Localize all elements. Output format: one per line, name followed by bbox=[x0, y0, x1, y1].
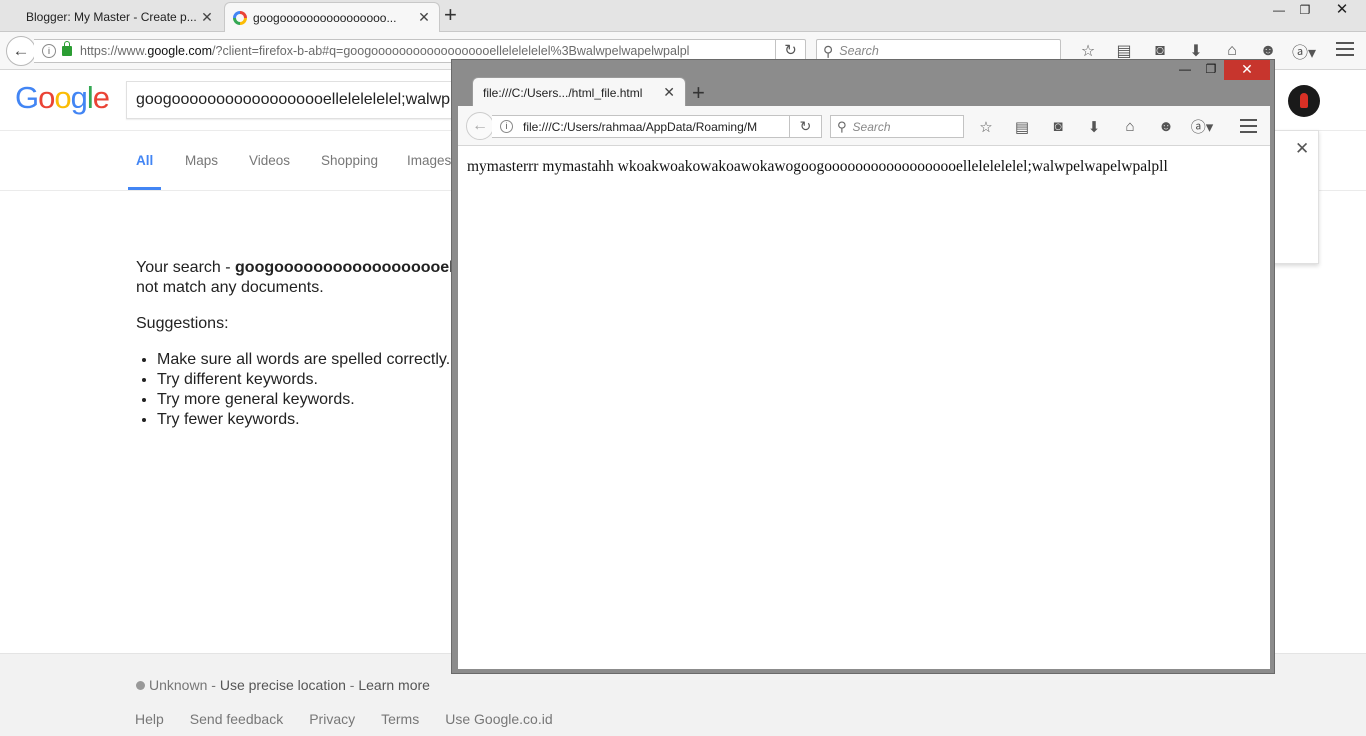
home-icon[interactable]: ⌂ bbox=[1112, 118, 1148, 135]
reading-list-icon[interactable]: ▤ bbox=[1004, 118, 1040, 136]
address-bar[interactable]: i file:///C:/Users/rahmaa/AppData/Roamin… bbox=[492, 115, 822, 138]
use-google-co-id-link[interactable]: Use Google.co.id bbox=[445, 711, 552, 727]
home-icon[interactable]: ⌂ bbox=[1214, 42, 1250, 60]
tab-strip: Blogger: My Master - Create p... ✕ googo… bbox=[0, 0, 1366, 32]
download-icon[interactable]: ⬇ bbox=[1076, 118, 1112, 136]
notification-popup: ✕ bbox=[1272, 130, 1319, 264]
footer-links: Help Send feedback Privacy Terms Use Goo… bbox=[135, 711, 553, 727]
window-close-icon[interactable]: ✕ bbox=[1224, 60, 1270, 80]
emoji-icon[interactable]: ☻ bbox=[1250, 42, 1286, 60]
search-icon: ⚲ bbox=[823, 42, 834, 59]
send-feedback-link[interactable]: Send feedback bbox=[190, 711, 283, 727]
google-favicon-icon bbox=[233, 10, 247, 25]
suggestions-list: Make sure all words are spelled correctl… bbox=[157, 350, 467, 430]
lock-icon bbox=[62, 41, 72, 56]
list-item: Try different keywords. bbox=[157, 370, 467, 390]
emoji-icon[interactable]: ☻ bbox=[1148, 118, 1184, 135]
search-icon: ⚲ bbox=[837, 118, 847, 134]
hamburger-menu-icon[interactable] bbox=[1336, 42, 1354, 60]
active-tab-indicator bbox=[128, 187, 161, 190]
tab-shopping[interactable]: Shopping bbox=[321, 153, 378, 168]
search-summary: Your search - googoooooooooooooooooelle n… bbox=[136, 259, 467, 296]
google-search-input[interactable]: googoooooooooooooooooellelelelelel;walwp bbox=[126, 81, 466, 119]
tab-maps[interactable]: Maps bbox=[185, 153, 218, 168]
info-icon[interactable]: i bbox=[500, 120, 513, 133]
popup-viewport: ← i file:///C:/Users/rahmaa/AppData/Roam… bbox=[458, 106, 1270, 669]
reload-icon[interactable]: ↻ bbox=[789, 116, 821, 137]
url-text[interactable]: https://www.google.com/?client=firefox-b… bbox=[80, 44, 760, 58]
minimize-icon[interactable]: — bbox=[1266, 0, 1292, 22]
search-placeholder: Search bbox=[852, 119, 891, 134]
reading-list-icon[interactable]: ▤ bbox=[1106, 41, 1142, 61]
pocket-icon[interactable]: ◙ bbox=[1142, 42, 1178, 60]
privacy-link[interactable]: Privacy bbox=[309, 711, 355, 727]
star-icon[interactable]: ☆ bbox=[1070, 41, 1106, 61]
new-tab-icon[interactable]: + bbox=[692, 80, 705, 106]
close-icon[interactable]: ✕ bbox=[1295, 139, 1309, 159]
info-icon[interactable]: i bbox=[42, 44, 56, 58]
tab-label: file:///C:/Users.../html_file.html bbox=[483, 85, 643, 100]
navigation-toolbar: ← i file:///C:/Users/rahmaa/AppData/Roam… bbox=[458, 106, 1270, 146]
download-icon[interactable]: ⬇ bbox=[1178, 41, 1214, 61]
maximize-icon[interactable]: ❐ bbox=[1292, 0, 1318, 22]
close-tab-icon[interactable]: ✕ bbox=[663, 84, 675, 101]
google-logo[interactable]: Google bbox=[15, 80, 110, 116]
url-text[interactable]: file:///C:/Users/rahmaa/AppData/Roaming/… bbox=[523, 120, 759, 134]
pocket-icon[interactable]: ◙ bbox=[1040, 118, 1076, 135]
tab-html-file[interactable]: file:///C:/Users.../html_file.html ✕ bbox=[472, 77, 686, 107]
tab-videos[interactable]: Videos bbox=[249, 153, 290, 168]
location-dot-icon bbox=[136, 681, 145, 690]
window-close-icon[interactable]: ✕ bbox=[1318, 0, 1366, 22]
tab-all[interactable]: All bbox=[136, 153, 153, 168]
close-tab-icon[interactable]: ✕ bbox=[417, 9, 431, 26]
list-item: Try fewer keywords. bbox=[157, 410, 467, 430]
page-content-text: mymasterrr mymastahh wkoakwoakowakoawoka… bbox=[467, 158, 1168, 175]
tab-label: Blogger: My Master - Create p... bbox=[26, 10, 197, 24]
avatar[interactable] bbox=[1288, 85, 1320, 117]
new-tab-icon[interactable]: + bbox=[444, 4, 457, 26]
tab-google[interactable]: googoooooooooooooooo... ✕ bbox=[224, 2, 440, 32]
learn-more-link[interactable]: Learn more bbox=[358, 677, 430, 693]
close-tab-icon[interactable]: ✕ bbox=[200, 9, 214, 26]
terms-link[interactable]: Terms bbox=[381, 711, 419, 727]
help-link[interactable]: Help bbox=[135, 711, 164, 727]
star-icon[interactable]: ☆ bbox=[968, 118, 1004, 136]
hamburger-menu-icon[interactable] bbox=[1240, 119, 1257, 137]
back-arrow-icon[interactable]: ← bbox=[466, 112, 494, 140]
toolbar-icons: ☆ ▤ ◙ ⬇ ⌂ ☻ ⓐ▾ bbox=[968, 115, 1220, 138]
use-precise-location-link[interactable]: Use precise location bbox=[220, 677, 346, 693]
tab-label: googoooooooooooooooo... bbox=[253, 10, 397, 25]
maximize-icon[interactable]: ❐ bbox=[1198, 60, 1224, 80]
tab-images[interactable]: Images bbox=[407, 153, 451, 168]
popup-browser-window: — ❐ ✕ file:///C:/Users.../html_file.html… bbox=[451, 59, 1275, 674]
adblock-icon[interactable]: ⓐ▾ bbox=[1184, 116, 1220, 137]
adblock-icon[interactable]: ⓐ▾ bbox=[1286, 39, 1322, 63]
list-item: Make sure all words are spelled correctl… bbox=[157, 350, 467, 370]
no-results-message: Your search - googoooooooooooooooooelle n… bbox=[136, 258, 467, 430]
tab-blogger[interactable]: Blogger: My Master - Create p... ✕ bbox=[12, 2, 222, 32]
suggestions-heading: Suggestions: bbox=[136, 315, 229, 332]
search-input[interactable]: ⚲ Search bbox=[830, 115, 964, 138]
list-item: Try more general keywords. bbox=[157, 390, 467, 410]
minimize-icon[interactable]: — bbox=[1172, 60, 1198, 80]
search-placeholder: Search bbox=[839, 44, 879, 58]
location-line: Unknown - Use precise location - Learn m… bbox=[136, 677, 430, 693]
location-status: Unknown bbox=[149, 677, 208, 693]
back-arrow-icon[interactable]: ← bbox=[6, 36, 36, 66]
